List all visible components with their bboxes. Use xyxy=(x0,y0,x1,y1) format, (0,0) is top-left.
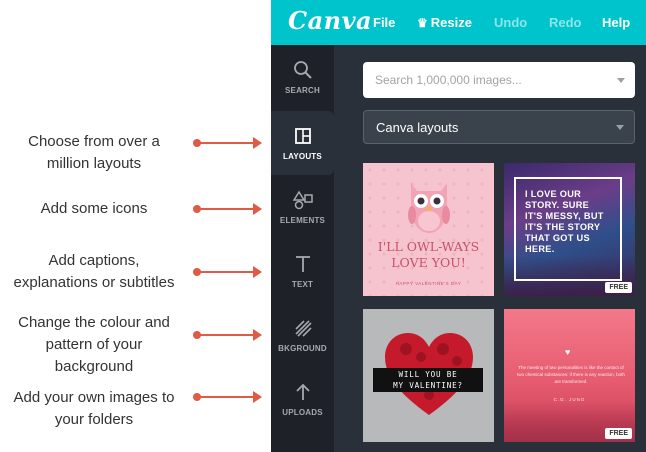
annotation-line: Choose from over a xyxy=(28,133,160,150)
upload-icon xyxy=(295,383,310,400)
chevron-down-icon[interactable] xyxy=(617,78,625,83)
annotation-line: explanations or subtitles xyxy=(13,274,175,291)
sidebar-item-elements[interactable]: ELEMENTS xyxy=(271,175,334,239)
story-line: THAT GOT US xyxy=(525,233,590,243)
annotation-background: Change the colour and pattern of your ba… xyxy=(0,312,188,378)
annotation-line: Add captions, xyxy=(48,252,140,269)
quote-author: C.G. JUNG xyxy=(553,397,586,402)
story-line: IT'S THE STORY xyxy=(525,222,601,232)
sidebar-item-background[interactable]: BKGROUND xyxy=(271,303,334,367)
help-button[interactable]: Help xyxy=(602,15,630,30)
free-badge: FREE xyxy=(605,282,632,293)
story-line: HERE. xyxy=(525,244,555,254)
layout-type-select[interactable]: Canva layouts xyxy=(363,110,635,144)
annotation-line: your folders xyxy=(54,411,134,428)
sidebar-item-layouts[interactable]: LAYOUTS xyxy=(271,111,334,175)
arrow-icons xyxy=(193,203,265,215)
annotation-line: Add some icons xyxy=(40,200,148,217)
owl-small-text: HAPPY VALENTINE'S DAY xyxy=(395,281,462,286)
annotation-icons: Add some icons xyxy=(0,198,188,220)
sidebar-item-label: LAYOUTS xyxy=(283,152,322,161)
story-line: IT'S MESSY, BUT xyxy=(525,211,604,221)
sidebar-item-label: ELEMENTS xyxy=(279,216,326,225)
arrow-text xyxy=(193,266,265,278)
crown-icon: ♛ xyxy=(417,16,428,30)
layout-thumbnail-owl[interactable]: I'LL OWL-WAYS LOVE YOU! HAPPY VALENTINE'… xyxy=(363,163,494,296)
canva-logo[interactable]: Canva xyxy=(288,6,372,35)
arrow-background xyxy=(193,329,265,341)
resize-button[interactable]: ♛ Resize xyxy=(417,15,472,30)
background-icon xyxy=(294,320,312,337)
layout-type-value: Canva layouts xyxy=(376,120,459,135)
annotation-uploads: Add your own images to your folders xyxy=(0,387,188,431)
resize-label: Resize xyxy=(430,15,472,30)
annotation-line: million layouts xyxy=(46,155,142,172)
owl-quote: I'LL OWL-WAYS LOVE YOU! xyxy=(363,239,494,271)
annotation-line: Change the colour and xyxy=(18,314,170,331)
annotation-text: Add captions, explanations or subtitles xyxy=(0,250,188,294)
sidebar-item-label: TEXT xyxy=(291,280,314,289)
sidebar-item-text[interactable]: TEXT xyxy=(271,239,334,303)
undo-button[interactable]: Undo xyxy=(494,15,527,30)
layout-thumbnail-quote[interactable]: ♥ The meeting of two personalities is li… xyxy=(504,309,635,442)
heart-icon: ♥ xyxy=(565,347,571,357)
banner-line: WILL YOU BE xyxy=(398,370,458,379)
chevron-down-icon xyxy=(616,125,624,130)
canva-editor: Canva File ♛ Resize Undo Redo Help SEARCH… xyxy=(271,0,646,452)
annotation-layouts: Choose from over a million layouts xyxy=(0,131,188,175)
top-bar: Canva File ♛ Resize Undo Redo Help xyxy=(271,0,646,45)
owl-illustration xyxy=(408,183,450,233)
sidebar-item-search[interactable]: SEARCH xyxy=(271,45,334,109)
search-icon xyxy=(293,61,312,79)
search-placeholder: Search 1,000,000 images... xyxy=(375,73,522,87)
elements-icon xyxy=(292,190,313,210)
sidebar-item-label: BKGROUND xyxy=(278,344,327,353)
quote-line: LOVE YOU! xyxy=(391,255,466,270)
story-line: I LOVE OUR xyxy=(525,189,582,199)
layout-thumbnail-story[interactable]: I LOVE OUR STORY. SURE IT'S MESSY, BUT I… xyxy=(504,163,635,296)
quote-text: The meeting of two personalities is like… xyxy=(517,365,625,384)
quote-line: I'LL OWL-WAYS xyxy=(377,239,480,254)
search-input[interactable]: Search 1,000,000 images... xyxy=(363,62,635,98)
valentine-banner: WILL YOU BE MY VALENTINE? xyxy=(373,368,483,392)
arrow-uploads xyxy=(193,391,265,403)
sidebar-item-uploads[interactable]: UPLOADS xyxy=(271,367,334,431)
story-line: STORY. SURE xyxy=(525,200,590,210)
sidebar: SEARCH LAYOUTS ELEMENTS TEXT BKGROUND UP… xyxy=(271,45,334,452)
layouts-icon xyxy=(294,128,311,144)
layout-thumbnail-valentine[interactable]: WILL YOU BE MY VALENTINE? xyxy=(363,309,494,442)
free-badge: FREE xyxy=(605,428,632,439)
banner-line: MY VALENTINE? xyxy=(393,381,463,390)
sidebar-item-label: UPLOADS xyxy=(282,408,323,417)
story-text: I LOVE OUR STORY. SURE IT'S MESSY, BUT I… xyxy=(525,189,629,255)
text-icon xyxy=(295,256,310,272)
annotation-line: pattern of your xyxy=(45,336,143,353)
annotation-line: background xyxy=(54,358,134,375)
file-menu[interactable]: File xyxy=(373,15,395,30)
arrow-layouts xyxy=(193,137,265,149)
annotation-line: Add your own images to xyxy=(13,389,175,406)
sidebar-item-label: SEARCH xyxy=(285,86,320,95)
redo-button[interactable]: Redo xyxy=(549,15,582,30)
